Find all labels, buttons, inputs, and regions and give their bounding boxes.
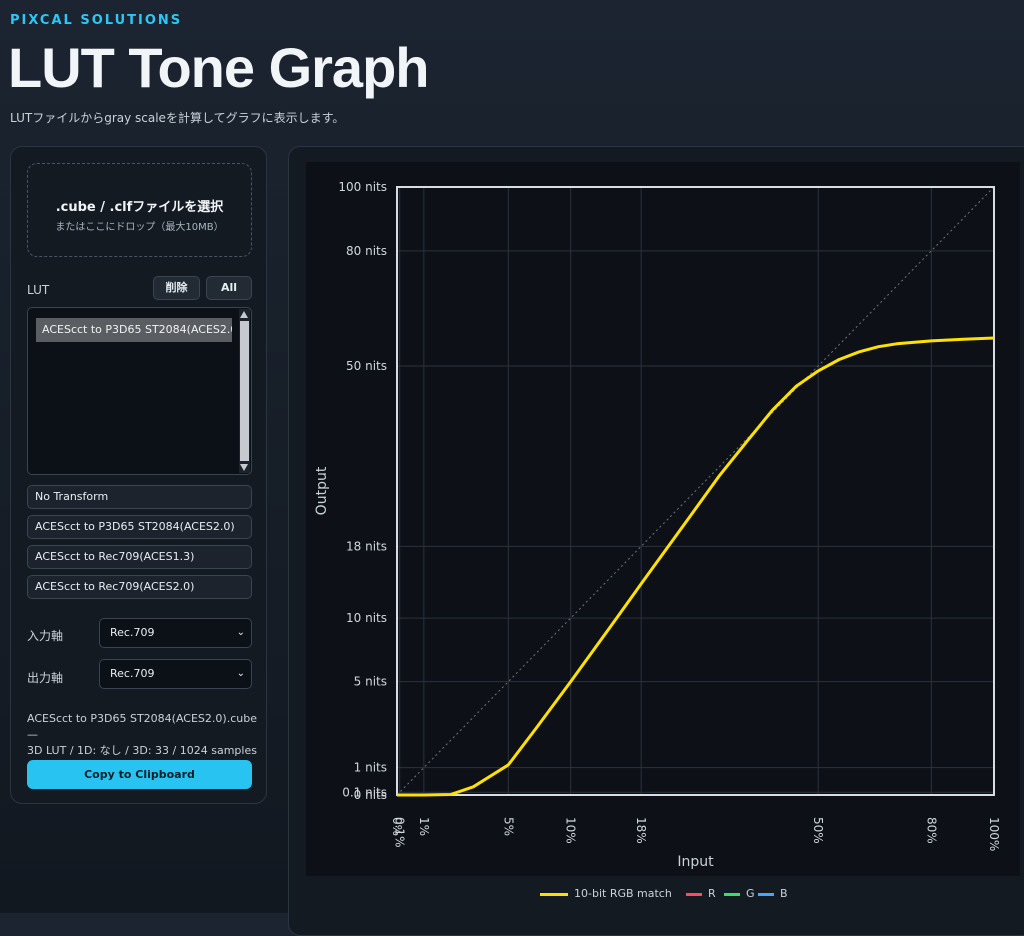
x-tick-label: 100% [987, 817, 1001, 851]
x-tick-label: 1% [417, 817, 431, 836]
page-title: LUT Tone Graph [8, 36, 429, 99]
legend-item-b[interactable]: B [758, 887, 788, 900]
plot-area: 0 nits 0.1 nits 1 nits 5 nits 10 nits 18 nits… [306, 162, 1020, 876]
dropzone-label: .cube / .clfファイルを選択 [55, 200, 224, 215]
legend-label: 10-bit RGB match [574, 887, 672, 900]
series-line-10bit-rgb-match [397, 336, 995, 797]
y-tick-label: 80 nits [346, 244, 387, 258]
scrollbar-thumb[interactable] [240, 321, 249, 461]
preset-no-transform[interactable]: No Transform [27, 485, 252, 509]
legend-item-rgb[interactable]: 10-bit RGB match [540, 887, 672, 900]
y-tick-labels: 0 nits0.1 nits1 nits5 nits10 nits18 nits… [338, 180, 387, 802]
x-tick-label: 18% [634, 817, 648, 844]
arrow-down-icon[interactable] [240, 464, 248, 471]
lut-list-scrollbar[interactable] [239, 309, 250, 473]
lut-section-label: LUT [27, 283, 50, 297]
chevron-down-icon: ⌄ [236, 668, 245, 679]
preset-p3d65-st2084[interactable]: ACEScct to P3D65 ST2084(ACES2.0) [27, 515, 252, 539]
lut-info-line2: 3D LUT / 1D: なし / 3D: 33 / 1024 samples [27, 744, 257, 757]
x-tick-labels: 0%0.1% 1% 5% 10% 18% 50% 80% 100% [390, 817, 1001, 851]
y-tick-label: 1 nits [354, 761, 387, 775]
x-tick-label: 0.1% [393, 817, 407, 848]
dropzone-hint: またはここにドロップ（最大10MB） [55, 222, 224, 233]
y-tick-label: 0.1 nits [342, 785, 387, 799]
arrow-up-icon[interactable] [240, 311, 248, 318]
x-tick-label: 10% [564, 817, 578, 844]
x-axis-label: Input [677, 854, 714, 870]
tone-graph: 0 nits0.1 nits1 nits5 nits10 nits18 nits… [314, 180, 1001, 870]
legend-swatch [540, 892, 568, 896]
legend-item-g[interactable]: G [724, 887, 755, 900]
lut-listbox[interactable]: ACEScct to P3D65 ST2084(ACES2.0).cube [27, 307, 252, 475]
lut-info-line1: ACEScct to P3D65 ST2084(ACES2.0).cube — [27, 712, 257, 741]
legend-item-r[interactable]: R [686, 887, 716, 900]
x-tick-label: 5% [501, 817, 515, 836]
legend-label: B [780, 887, 788, 900]
output-axis-select[interactable]: Rec.709 ⌄ [99, 659, 252, 689]
brand-name: PIXCAL SOLUTIONS [10, 13, 183, 28]
y-tick-label: 18 nits [346, 539, 387, 553]
lut-list-item-selected[interactable]: ACEScct to P3D65 ST2084(ACES2.0).cube [36, 318, 232, 342]
copy-to-clipboard-button[interactable]: Copy to Clipboard [27, 760, 252, 789]
y-tick-label: 100 nits [338, 180, 387, 194]
y-tick-label: 5 nits [354, 675, 387, 689]
x-tick-label: 80% [924, 817, 938, 844]
select-all-button[interactable]: All [206, 276, 252, 300]
chevron-down-icon: ⌄ [236, 627, 245, 638]
legend-label: R [708, 887, 716, 900]
y-axis-label: Output [314, 466, 330, 515]
output-axis-value: Rec.709 [110, 667, 155, 680]
page-subtitle: LUTファイルからgray scaleを計算してグラフに表示します。 [10, 111, 345, 125]
input-axis-value: Rec.709 [110, 626, 155, 639]
input-axis-label: 入力軸 [27, 629, 64, 643]
legend-label: G [746, 887, 755, 900]
preset-rec709-aces13[interactable]: ACEScct to Rec709(ACES1.3) [27, 545, 252, 569]
legend-swatch [724, 892, 740, 896]
input-axis-select[interactable]: Rec.709 ⌄ [99, 618, 252, 648]
control-panel: .cube / .clfファイルを選択 またはここにドロップ（最大10MB） L… [10, 146, 267, 804]
legend-swatch [758, 892, 774, 896]
lut-info: ACEScct to P3D65 ST2084(ACES2.0).cube — … [27, 711, 257, 759]
y-tick-label: 10 nits [346, 611, 387, 625]
delete-button[interactable]: 削除 [153, 276, 200, 300]
y-tick-label: 50 nits [346, 359, 387, 373]
preset-rec709-aces20[interactable]: ACEScct to Rec709(ACES2.0) [27, 575, 252, 599]
file-dropzone[interactable]: .cube / .clfファイルを選択 またはここにドロップ（最大10MB） [27, 163, 252, 257]
output-axis-label: 出力軸 [27, 671, 64, 685]
x-tick-label: 50% [811, 817, 825, 844]
legend-swatch [686, 892, 702, 896]
reference-diagonal [396, 186, 995, 796]
